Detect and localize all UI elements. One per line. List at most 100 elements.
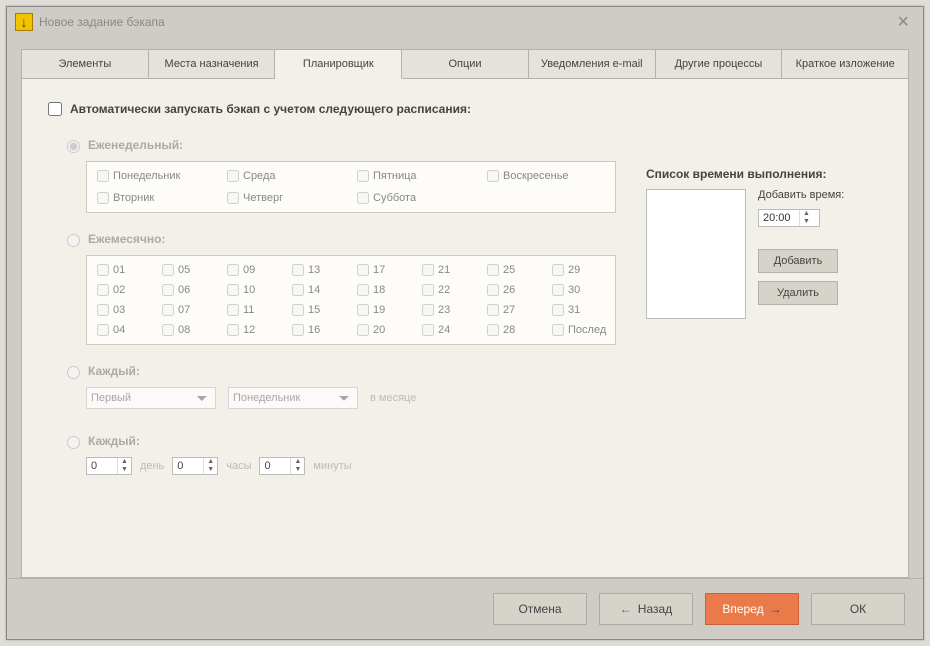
time-spinner[interactable]: ▲▼ (758, 209, 820, 227)
weekly-radio[interactable] (67, 140, 80, 153)
month-day-cell: 14 (288, 280, 349, 300)
day-spinner[interactable]: ▲▼ (86, 457, 132, 475)
month-day-checkbox[interactable] (162, 264, 174, 276)
month-day-checkbox[interactable] (97, 324, 109, 336)
weekday-select[interactable]: Понедельник (228, 387, 358, 409)
monthly-radio[interactable] (67, 234, 80, 247)
day-wed-checkbox[interactable] (227, 170, 239, 182)
month-day-checkbox[interactable] (162, 324, 174, 336)
month-day-checkbox[interactable] (357, 264, 369, 276)
month-day-checkbox[interactable] (422, 284, 434, 296)
spinner-down-icon[interactable]: ▼ (118, 466, 131, 474)
every-nth-radio[interactable] (67, 366, 80, 379)
month-day-checkbox[interactable] (292, 264, 304, 276)
close-icon[interactable]: × (891, 11, 915, 34)
month-day-label: 26 (503, 284, 515, 296)
month-day-label: 14 (308, 284, 320, 296)
month-day-checkbox[interactable] (487, 264, 499, 276)
month-day-cell: 05 (158, 260, 219, 280)
month-day-checkbox[interactable] (227, 264, 239, 276)
minute-spinner-input[interactable] (260, 458, 290, 474)
minute-unit-label: минуты (313, 460, 351, 472)
month-day-label: 17 (373, 264, 385, 276)
day-sat-label: Суббота (373, 192, 416, 204)
tab-scheduler[interactable]: Планировщик (275, 49, 402, 79)
monthly-radio-row: Ежемесячно: (62, 231, 616, 247)
month-day-checkbox[interactable] (227, 284, 239, 296)
tab-summary[interactable]: Краткое изложение (782, 49, 909, 79)
month-day-checkbox[interactable] (227, 304, 239, 316)
tab-destinations[interactable]: Места назначения (149, 49, 276, 79)
month-day-checkbox[interactable] (227, 324, 239, 336)
month-day-checkbox[interactable] (487, 324, 499, 336)
every-interval-radio[interactable] (67, 436, 80, 449)
month-day-checkbox[interactable] (552, 304, 564, 316)
schedule-options-column: Еженедельный: Понедельник Среда Пятница … (44, 137, 616, 475)
minute-spinner[interactable]: ▲▼ (259, 457, 305, 475)
month-day-label: 02 (113, 284, 125, 296)
day-thu-checkbox[interactable] (227, 192, 239, 204)
spinner-up-icon[interactable]: ▲ (291, 458, 304, 466)
day-sun-checkbox[interactable] (487, 170, 499, 182)
day-sat-checkbox[interactable] (357, 192, 369, 204)
hour-spinner[interactable]: ▲▼ (172, 457, 218, 475)
month-day-checkbox[interactable] (162, 304, 174, 316)
back-button[interactable]: Назад (599, 593, 693, 625)
day-mon-checkbox[interactable] (97, 170, 109, 182)
month-day-cell: 16 (288, 320, 349, 340)
month-day-checkbox[interactable] (552, 324, 564, 336)
spinner-up-icon[interactable]: ▲ (118, 458, 131, 466)
spinner-down-icon[interactable]: ▼ (204, 466, 217, 474)
cancel-button[interactable]: Отмена (493, 593, 587, 625)
month-day-cell: 02 (93, 280, 154, 300)
day-tue-checkbox[interactable] (97, 192, 109, 204)
month-day-checkbox[interactable] (292, 304, 304, 316)
dialog-window: ↓ Новое задание бэкапа × Элементы Места … (6, 6, 924, 640)
month-day-checkbox[interactable] (487, 284, 499, 296)
tab-email-notifications[interactable]: Уведомления e-mail (529, 49, 656, 79)
month-day-label: 22 (438, 284, 450, 296)
month-day-cell: 26 (483, 280, 544, 300)
delete-time-button[interactable]: Удалить (758, 281, 838, 305)
month-day-checkbox[interactable] (97, 264, 109, 276)
tab-other-processes[interactable]: Другие процессы (656, 49, 783, 79)
ok-button[interactable]: ОК (811, 593, 905, 625)
tab-elements[interactable]: Элементы (21, 49, 149, 79)
month-day-checkbox[interactable] (422, 304, 434, 316)
month-day-checkbox[interactable] (97, 304, 109, 316)
month-day-checkbox[interactable] (422, 264, 434, 276)
month-day-checkbox[interactable] (552, 264, 564, 276)
month-day-checkbox[interactable] (292, 324, 304, 336)
hour-spinner-input[interactable] (173, 458, 203, 474)
month-day-checkbox[interactable] (552, 284, 564, 296)
spinner-down-icon[interactable]: ▼ (800, 218, 813, 226)
month-day-checkbox[interactable] (97, 284, 109, 296)
day-fri-checkbox[interactable] (357, 170, 369, 182)
spinner-down-icon[interactable]: ▼ (291, 466, 304, 474)
tab-options[interactable]: Опции (402, 49, 529, 79)
month-day-cell: 06 (158, 280, 219, 300)
month-day-cell: 01 (93, 260, 154, 280)
month-day-cell: 18 (353, 280, 414, 300)
auto-run-checkbox[interactable] (48, 102, 62, 116)
spinner-up-icon[interactable]: ▲ (800, 210, 813, 218)
time-input[interactable] (759, 210, 799, 226)
month-day-checkbox[interactable] (357, 284, 369, 296)
next-button[interactable]: Вперед (705, 593, 799, 625)
ordinal-select[interactable]: Первый (86, 387, 216, 409)
month-day-label: 15 (308, 304, 320, 316)
month-day-checkbox[interactable] (292, 284, 304, 296)
month-day-checkbox[interactable] (357, 304, 369, 316)
add-time-button[interactable]: Добавить (758, 249, 838, 273)
month-day-checkbox[interactable] (422, 324, 434, 336)
spinner-up-icon[interactable]: ▲ (204, 458, 217, 466)
month-day-checkbox[interactable] (357, 324, 369, 336)
month-day-cell: 17 (353, 260, 414, 280)
time-listbox[interactable] (646, 189, 746, 319)
day-spinner-input[interactable] (87, 458, 117, 474)
month-day-checkbox[interactable] (487, 304, 499, 316)
tab-panel-scheduler: Автоматически запускать бэкап с учетом с… (21, 79, 909, 578)
titlebar: ↓ Новое задание бэкапа × (7, 7, 923, 37)
month-day-label: 27 (503, 304, 515, 316)
month-day-checkbox[interactable] (162, 284, 174, 296)
